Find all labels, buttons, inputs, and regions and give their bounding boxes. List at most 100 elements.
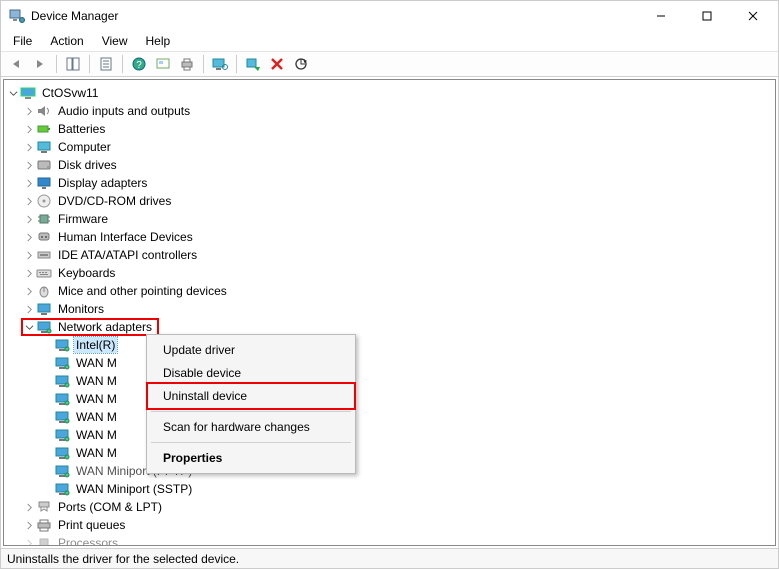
chevron-right-icon[interactable] <box>22 266 36 280</box>
network-adapter-icon <box>54 355 70 371</box>
chevron-right-icon[interactable] <box>22 230 36 244</box>
chevron-right-icon[interactable] <box>22 500 36 514</box>
tree-device[interactable]: WAN M <box>6 408 773 426</box>
tree-device-label: WAN M <box>74 391 119 407</box>
status-bar: Uninstalls the driver for the selected d… <box>1 548 778 568</box>
chevron-down-icon[interactable] <box>22 320 36 334</box>
nav-forward-icon[interactable] <box>29 53 51 75</box>
chevron-right-icon[interactable] <box>22 176 36 190</box>
chevron-right-icon[interactable] <box>22 212 36 226</box>
tree-category[interactable]: Mice and other pointing devices <box>6 282 773 300</box>
tree-device[interactable]: WAN M <box>6 426 773 444</box>
minimize-button[interactable] <box>638 1 684 31</box>
tree-category[interactable]: Processors <box>6 534 773 546</box>
net-icon <box>36 319 52 335</box>
network-adapter-icon <box>54 463 70 479</box>
tree-device[interactable]: Intel(R) <box>6 336 773 354</box>
tree-category[interactable]: DVD/CD-ROM drives <box>6 192 773 210</box>
mouse-icon <box>36 283 52 299</box>
ctx-separator <box>151 411 351 412</box>
chevron-right-icon[interactable] <box>22 536 36 546</box>
find-icon[interactable] <box>152 53 174 75</box>
maximize-button[interactable] <box>684 1 730 31</box>
tree-category-label: IDE ATA/ATAPI controllers <box>56 247 199 263</box>
menu-view[interactable]: View <box>94 33 136 49</box>
tree-category-label: Firmware <box>56 211 110 227</box>
toolbar-separator <box>89 55 90 73</box>
chevron-right-icon[interactable] <box>22 518 36 532</box>
chevron-right-icon[interactable] <box>22 302 36 316</box>
device-tree-panel[interactable]: CtOSvw11Audio inputs and outputsBatterie… <box>3 79 776 546</box>
help-icon[interactable]: ? <box>128 53 150 75</box>
cpu-icon <box>36 535 52 546</box>
tree-device-label: WAN M <box>74 355 119 371</box>
ctx-properties[interactable]: Properties <box>149 447 353 469</box>
tree-category-label: Print queues <box>56 517 127 533</box>
tree-device[interactable]: WAN M <box>6 390 773 408</box>
tree-category[interactable]: Network adapters <box>6 318 773 336</box>
menu-help[interactable]: Help <box>138 33 179 49</box>
tree-category[interactable]: Display adapters <box>6 174 773 192</box>
tree-category[interactable]: Human Interface Devices <box>6 228 773 246</box>
scan-hardware-icon[interactable] <box>209 53 231 75</box>
tree-device[interactable]: WAN M <box>6 372 773 390</box>
tree-device[interactable]: WAN M <box>6 354 773 372</box>
tree-device-label: WAN Miniport (SSTP) <box>74 481 194 497</box>
tree-device-label: WAN M <box>74 409 119 425</box>
tree-category[interactable]: Firmware <box>6 210 773 228</box>
tree-device[interactable]: WAN M <box>6 444 773 462</box>
tree-category[interactable]: IDE ATA/ATAPI controllers <box>6 246 773 264</box>
ctx-update-driver[interactable]: Update driver <box>149 339 353 361</box>
tree-category-label: Network adapters <box>56 319 154 335</box>
titlebar: Device Manager <box>1 1 778 31</box>
monitor2-icon <box>36 301 52 317</box>
tree-root-node[interactable]: CtOSvw11 <box>6 84 773 102</box>
network-adapter-icon <box>54 427 70 443</box>
properties-sheet-icon[interactable] <box>95 53 117 75</box>
toolbar-separator <box>56 55 57 73</box>
menu-bar: File Action View Help <box>1 31 778 51</box>
tree-category[interactable]: Batteries <box>6 120 773 138</box>
tree-category[interactable]: Keyboards <box>6 264 773 282</box>
tree-category-label: Mice and other pointing devices <box>56 283 229 299</box>
enable-icon[interactable] <box>242 53 264 75</box>
print-icon[interactable] <box>176 53 198 75</box>
cd-icon <box>36 193 52 209</box>
network-adapter-icon <box>54 409 70 425</box>
tree-category[interactable]: Print queues <box>6 516 773 534</box>
ctx-scan-hardware[interactable]: Scan for hardware changes <box>149 416 353 438</box>
nav-back-icon[interactable] <box>5 53 27 75</box>
tree-category[interactable]: Monitors <box>6 300 773 318</box>
tree-category-label: Display adapters <box>56 175 149 191</box>
chevron-right-icon[interactable] <box>22 140 36 154</box>
hid-icon <box>36 229 52 245</box>
chevron-right-icon[interactable] <box>22 284 36 298</box>
monitor-icon <box>36 139 52 155</box>
ctx-disable-device[interactable]: Disable device <box>149 362 353 384</box>
chevron-right-icon[interactable] <box>22 122 36 136</box>
chevron-right-icon[interactable] <box>22 158 36 172</box>
tree-category-label: Computer <box>56 139 113 155</box>
battery-icon <box>36 121 52 137</box>
tree-device[interactable]: WAN Miniport (SSTP) <box>6 480 773 498</box>
tree-category[interactable]: Computer <box>6 138 773 156</box>
menu-action[interactable]: Action <box>42 33 91 49</box>
update-icon[interactable] <box>290 53 312 75</box>
tree-device[interactable]: WAN Miniport (PPTP) <box>6 462 773 480</box>
chevron-right-icon[interactable] <box>22 248 36 262</box>
close-button[interactable] <box>730 1 776 31</box>
tree-category-label: Audio inputs and outputs <box>56 103 192 119</box>
tree-category[interactable]: Ports (COM & LPT) <box>6 498 773 516</box>
disable-x-icon[interactable] <box>266 53 288 75</box>
printer-icon <box>36 517 52 533</box>
tree-category[interactable]: Audio inputs and outputs <box>6 102 773 120</box>
chevron-right-icon[interactable] <box>22 194 36 208</box>
ctx-uninstall-device[interactable]: Uninstall device <box>149 385 353 407</box>
chevron-down-icon[interactable] <box>6 86 20 100</box>
toolbar-separator <box>236 55 237 73</box>
show-hide-tree-icon[interactable] <box>62 53 84 75</box>
tree-category-label: Monitors <box>56 301 106 317</box>
tree-category[interactable]: Disk drives <box>6 156 773 174</box>
menu-file[interactable]: File <box>5 33 40 49</box>
chevron-right-icon[interactable] <box>22 104 36 118</box>
